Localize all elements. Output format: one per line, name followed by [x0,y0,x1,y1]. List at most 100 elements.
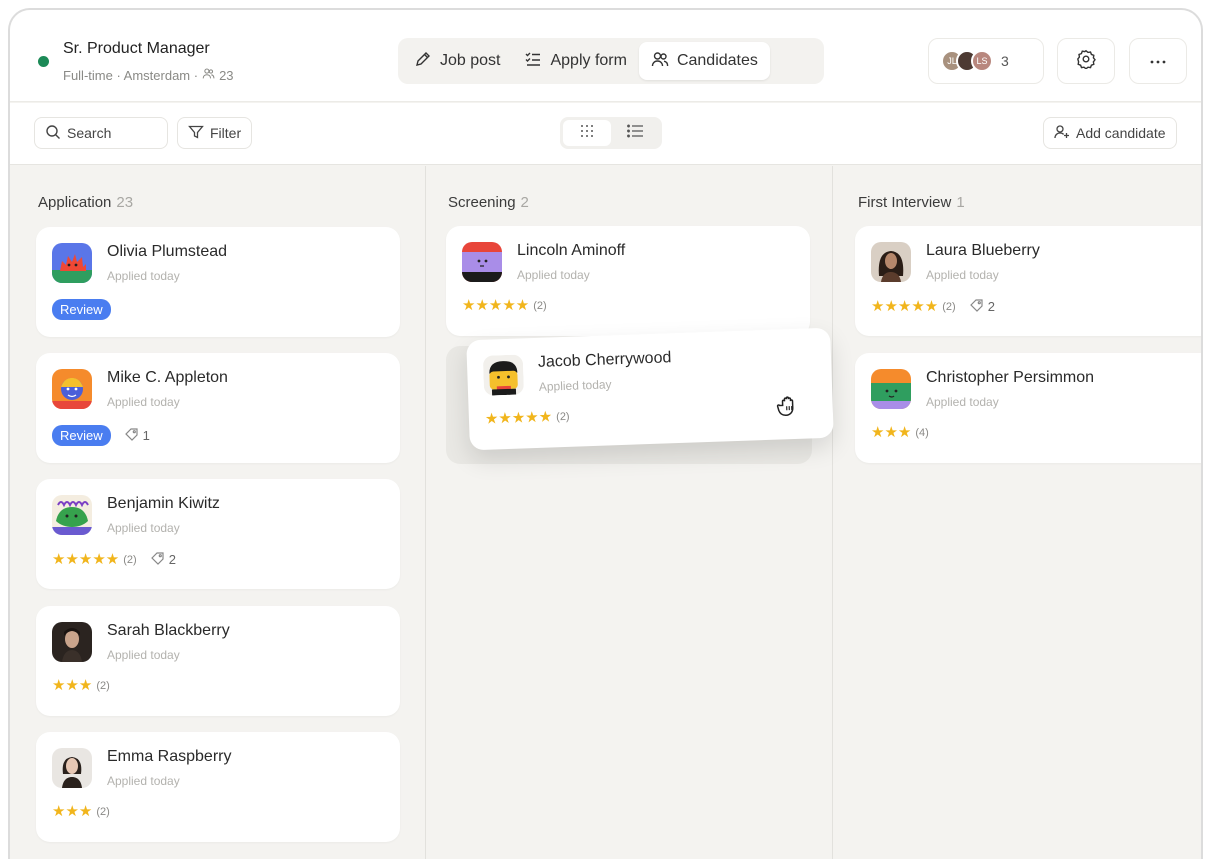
column-title-application: Application 23 [38,194,133,211]
tab-job-post[interactable]: Job post [402,42,512,80]
column-title-screening: Screening 2 [448,194,529,211]
pencil-icon [414,50,432,73]
applied-date: Applied today [926,268,999,282]
kanban-board: Application 23 Olivia Plumstead Applied t… [10,166,1201,859]
star-rating: ★★★ (2) [52,677,110,694]
add-candidate-label: Add candidate [1076,125,1166,141]
tab-label: Job post [440,52,501,69]
star-rating: ★★★★★ (2) [462,297,547,314]
star-rating: ★★★★★ (2) [52,551,137,568]
rating-count: (4) [915,426,929,439]
rating-count: (2) [96,805,110,818]
column-title-text: First Interview [858,194,952,211]
rating-count: (2) [123,553,137,566]
applied-date: Applied today [107,395,180,409]
avatar: LS [971,50,993,72]
view-toggle [560,117,662,149]
column-count: 2 [520,194,529,211]
tab-label: Candidates [676,52,758,69]
gear-icon [1076,49,1096,74]
tag-icon [150,551,165,568]
avatar [52,369,92,409]
tag-count-value: 2 [987,299,995,314]
grab-cursor-icon [774,391,805,427]
candidate-card-christopher[interactable]: Christopher Persimmon Applied today ★★★(… [855,353,1201,463]
candidate-name: Sarah Blackberry [107,622,230,639]
add-user-icon [1054,124,1070,143]
tag-count-value: 2 [168,552,176,567]
app-window: Sr. Product Manager Full-time · Amsterda… [8,8,1203,859]
filter-button[interactable]: Filter [177,117,253,149]
candidate-name: Mike C. Appleton [107,369,228,386]
job-meta: Full-time · Amsterdam · 23 [63,67,234,83]
tab-apply-form[interactable]: Apply form [512,42,638,80]
card-footer: ★★★★★ (2) [485,408,570,427]
avatar [482,354,525,396]
avatar [871,242,911,282]
applied-date: Applied today [926,395,999,409]
users-icon [651,50,669,73]
list-icon [627,124,643,143]
card-footer: ★★★★★ (2) 2 [52,551,176,568]
avatar [52,622,92,662]
avatar [52,243,92,283]
rating-count: (2) [533,299,547,312]
tab-candidates[interactable]: Candidates [638,42,770,80]
candidate-card-lincoln[interactable]: Lincoln Aminoff Applied today ★★★★★ (2) [446,226,810,336]
search-placeholder: Search [67,125,112,141]
grid-view-button[interactable] [563,120,611,146]
applied-date: Applied today [517,268,590,282]
candidate-name: Olivia Plumstead [107,243,228,260]
candidate-card-laura[interactable]: Laura Blueberry Applied today ★★★★★ (2) 2 [855,226,1201,336]
tag-count: 2 [150,551,176,568]
candidate-name: Benjamin Kiwitz [107,495,220,512]
search-icon [45,124,61,143]
tag-count: 1 [124,427,150,444]
applied-date: Applied today [107,269,180,283]
users-icon [202,67,215,83]
more-icon [1149,52,1167,70]
avatar [52,495,92,535]
filter-icon [188,124,204,143]
tag-icon [969,298,984,315]
candidate-card-emma[interactable]: Emma Raspberry Applied today ★★★ (2) [36,732,400,842]
job-meta-text: Full-time · Amsterdam · [63,67,199,83]
tag-icon [124,427,139,444]
list-view-button[interactable] [611,120,659,146]
candidate-card-benjamin[interactable]: Benjamin Kiwitz Applied today ★★★★★ (2) 2 [36,479,400,589]
candidate-count: 23 [219,67,234,83]
applied-date: Applied today [538,377,612,394]
settings-button[interactable] [1057,38,1115,84]
column-count: 1 [956,194,965,211]
search-input[interactable]: Search [34,117,168,149]
applied-date: Applied today [107,648,180,662]
candidate-name: Christopher Persimmon [926,369,1095,386]
add-candidate-button[interactable]: Add candidate [1043,117,1177,149]
candidate-name: Jacob Cherrywood [537,349,672,371]
column-divider [832,166,833,859]
candidate-name: Lincoln Aminoff [517,242,626,259]
tab-label: Apply form [550,52,627,69]
job-title: Sr. Product Manager [63,40,210,57]
tag-count: 2 [969,298,995,315]
team-members-button[interactable]: JL LS 3 [928,38,1044,84]
candidate-card-mike[interactable]: Mike C. Appleton Applied today Review 1 [36,353,400,463]
more-button[interactable] [1129,38,1187,84]
applied-date: Applied today [107,774,180,788]
column-divider [425,166,426,859]
star-rating: ★★★ (4) [871,424,929,441]
grid-icon [580,124,594,143]
card-footer: ★★★★★ (2) [462,298,547,313]
card-footer: ★★★ (2) [52,678,110,693]
candidate-card-olivia[interactable]: Olivia Plumstead Applied today Review [36,227,400,337]
tag-count-value: 1 [142,428,150,443]
candidate-card-sarah[interactable]: Sarah Blackberry Applied today ★★★ (2) [36,606,400,716]
column-title-first-interview: First Interview 1 [858,194,965,211]
applied-date: Applied today [107,521,180,535]
card-footer: ★★★★★ (2) 2 [871,298,995,315]
star-rating: ★★★ (2) [52,803,110,820]
header: Sr. Product Manager Full-time · Amsterda… [10,10,1201,102]
status-dot [38,56,49,67]
card-footer: Review [52,299,111,320]
candidate-card-jacob[interactable]: Jacob Cherrywood Applied today ★★★★★ (2) [466,327,834,451]
